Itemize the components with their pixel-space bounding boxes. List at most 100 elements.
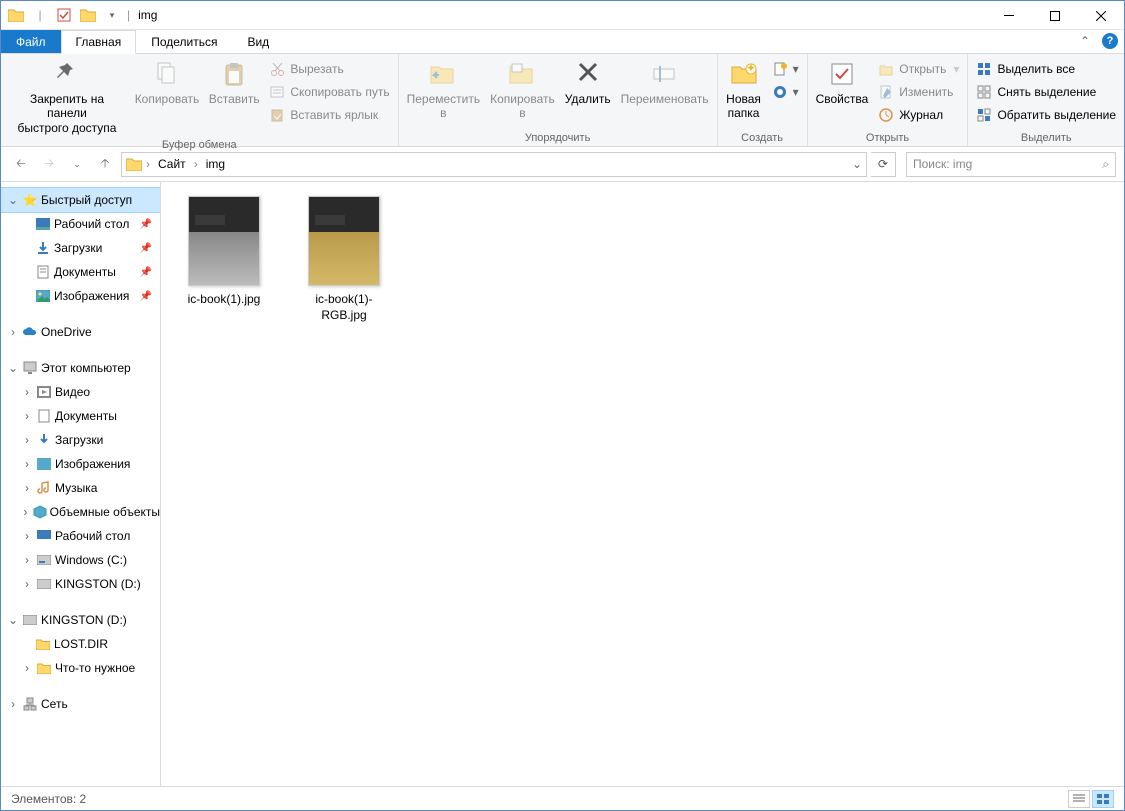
- paste-shortcut-button: Вставить ярлык: [265, 104, 393, 126]
- qat-separator: |: [127, 8, 130, 22]
- tree-kingston-d[interactable]: ›KINGSTON (D:): [1, 572, 160, 596]
- copy-path-icon: [269, 84, 285, 100]
- tree-this-pc[interactable]: ⌄Этот компьютер: [1, 356, 160, 380]
- tree-documents-pc[interactable]: ›Документы: [1, 404, 160, 428]
- navigation-tree[interactable]: ⌄⭐Быстрый доступ Рабочий стол📌 Загрузки📌…: [1, 182, 161, 786]
- thumbnail-view-button[interactable]: [1092, 790, 1114, 808]
- paste-icon: [218, 58, 250, 90]
- search-icon[interactable]: ⌕: [1102, 157, 1109, 172]
- new-item-icon: [772, 61, 788, 77]
- label: Объемные объекты: [50, 505, 160, 519]
- search-box[interactable]: ⌕: [906, 152, 1116, 177]
- close-button[interactable]: [1078, 1, 1124, 30]
- delete-icon: [572, 58, 604, 90]
- edit-button: Изменить: [874, 81, 963, 103]
- pin-icon: 📌: [140, 267, 152, 278]
- thumbnail: [308, 196, 380, 286]
- tree-pictures[interactable]: Изображения📌: [1, 284, 160, 308]
- computer-icon: [22, 360, 38, 376]
- file-name: ic-book(1)-RGB.jpg: [299, 292, 389, 323]
- delete-button[interactable]: Удалить: [561, 56, 615, 108]
- file-name: ic-book(1).jpg: [188, 292, 261, 308]
- tree-network[interactable]: ›Сеть: [1, 692, 160, 716]
- label: Рабочий стол: [54, 217, 129, 231]
- label: Открыть: [899, 62, 946, 76]
- invert-selection-button[interactable]: Обратить выделение: [972, 104, 1120, 126]
- new-folder-icon: ✦: [728, 58, 760, 90]
- cut-button: Вырезать: [265, 58, 393, 80]
- minimize-ribbon-icon[interactable]: ⌃: [1080, 34, 1090, 48]
- address-bar[interactable]: › Сайт › img ⌄: [121, 152, 867, 177]
- label: Загрузки: [54, 241, 102, 255]
- tree-quick-access[interactable]: ⌄⭐Быстрый доступ: [1, 188, 160, 212]
- new-folder-button[interactable]: ✦ Новая папка: [722, 56, 766, 123]
- rename-button: Переименовать: [617, 56, 713, 108]
- qat-dropdown-icon[interactable]: ▾: [101, 4, 123, 26]
- file-item[interactable]: ic-book(1).jpg: [179, 196, 269, 308]
- address-dropdown-icon[interactable]: ⌄: [852, 157, 862, 171]
- picture-icon: [35, 288, 51, 304]
- easy-access-button[interactable]: ▾: [768, 81, 803, 103]
- svg-text:✦: ✦: [746, 61, 756, 75]
- search-input[interactable]: [913, 157, 1102, 171]
- tree-desktop-pc[interactable]: ›Рабочий стол: [1, 524, 160, 548]
- tree-3d-objects[interactable]: ›Объемные объекты: [1, 500, 160, 524]
- download-icon: [36, 432, 52, 448]
- download-icon: [35, 240, 51, 256]
- folder-icon: [5, 4, 27, 26]
- tab-file[interactable]: Файл: [1, 30, 61, 53]
- tree-desktop[interactable]: Рабочий стол📌: [1, 212, 160, 236]
- tree-downloads[interactable]: Загрузки 📌: [1, 236, 160, 260]
- tree-kingston-d-root[interactable]: ⌄KINGSTON (D:): [1, 608, 160, 632]
- history-button[interactable]: Журнал: [874, 104, 963, 126]
- properties-button[interactable]: Свойства: [812, 56, 873, 108]
- breadcrumb-root[interactable]: Сайт: [154, 157, 190, 171]
- recent-dropdown-icon[interactable]: ⌄: [65, 152, 89, 176]
- select-all-button[interactable]: Выделить все: [972, 58, 1120, 80]
- details-view-button[interactable]: [1068, 790, 1090, 808]
- select-none-button[interactable]: Снять выделение: [972, 81, 1120, 103]
- label: KINGSTON (D:): [41, 613, 127, 627]
- chevron-right-icon[interactable]: ›: [194, 157, 198, 171]
- label: Новая папка: [726, 92, 761, 121]
- file-list[interactable]: ic-book(1).jpg ic-book(1)-RGB.jpg: [161, 182, 1124, 786]
- qat-properties-icon[interactable]: [53, 4, 75, 26]
- ribbon-group-select: Выделить все Снять выделение Обратить вы…: [968, 54, 1124, 146]
- tree-pictures-pc[interactable]: ›Изображения: [1, 452, 160, 476]
- tree-something[interactable]: ›Что-то нужное: [1, 656, 160, 680]
- pin-to-quick-access-button[interactable]: Закрепить на панели быстрого доступа: [5, 56, 129, 137]
- file-item[interactable]: ic-book(1)-RGB.jpg: [299, 196, 389, 323]
- new-item-button[interactable]: ▾: [768, 58, 803, 80]
- tab-share[interactable]: Поделиться: [136, 30, 232, 53]
- up-button[interactable]: 🡡: [93, 152, 117, 176]
- qat-separator: |: [29, 4, 51, 26]
- tree-windows-c[interactable]: ›Windows (C:): [1, 548, 160, 572]
- breadcrumb-current[interactable]: img: [202, 157, 229, 171]
- tree-lost-dir[interactable]: LOST.DIR: [1, 632, 160, 656]
- refresh-button[interactable]: ⟳: [871, 152, 896, 177]
- pin-icon: 📌: [140, 243, 152, 254]
- easy-access-icon: [772, 84, 788, 100]
- tree-downloads-pc[interactable]: ›Загрузки: [1, 428, 160, 452]
- tree-onedrive[interactable]: ›OneDrive: [1, 320, 160, 344]
- back-button[interactable]: 🡠: [9, 152, 33, 176]
- edit-icon: [878, 84, 894, 100]
- tree-documents[interactable]: Документы📌: [1, 260, 160, 284]
- picture-icon: [36, 456, 52, 472]
- ribbon-group-open: Свойства Открыть▾ Изменить Журнал Открыт…: [808, 54, 969, 146]
- maximize-button[interactable]: [1032, 1, 1078, 30]
- status-bar: Элементов: 2: [1, 786, 1124, 810]
- paste-button: Вставить: [205, 56, 263, 108]
- tree-videos[interactable]: ›Видео: [1, 380, 160, 404]
- move-to-button: Переместить в: [403, 56, 485, 123]
- label: Этот компьютер: [41, 361, 131, 375]
- folder-icon-small: [77, 4, 99, 26]
- chevron-right-icon[interactable]: ›: [146, 157, 150, 171]
- star-icon: ⭐: [22, 192, 38, 208]
- help-icon[interactable]: ?: [1102, 33, 1118, 49]
- tree-music[interactable]: ›Музыка: [1, 476, 160, 500]
- tab-home[interactable]: Главная: [61, 30, 137, 54]
- tab-view[interactable]: Вид: [232, 30, 284, 53]
- ribbon-group-clipboard: Закрепить на панели быстрого доступа Коп…: [1, 54, 399, 146]
- minimize-button[interactable]: [986, 1, 1032, 30]
